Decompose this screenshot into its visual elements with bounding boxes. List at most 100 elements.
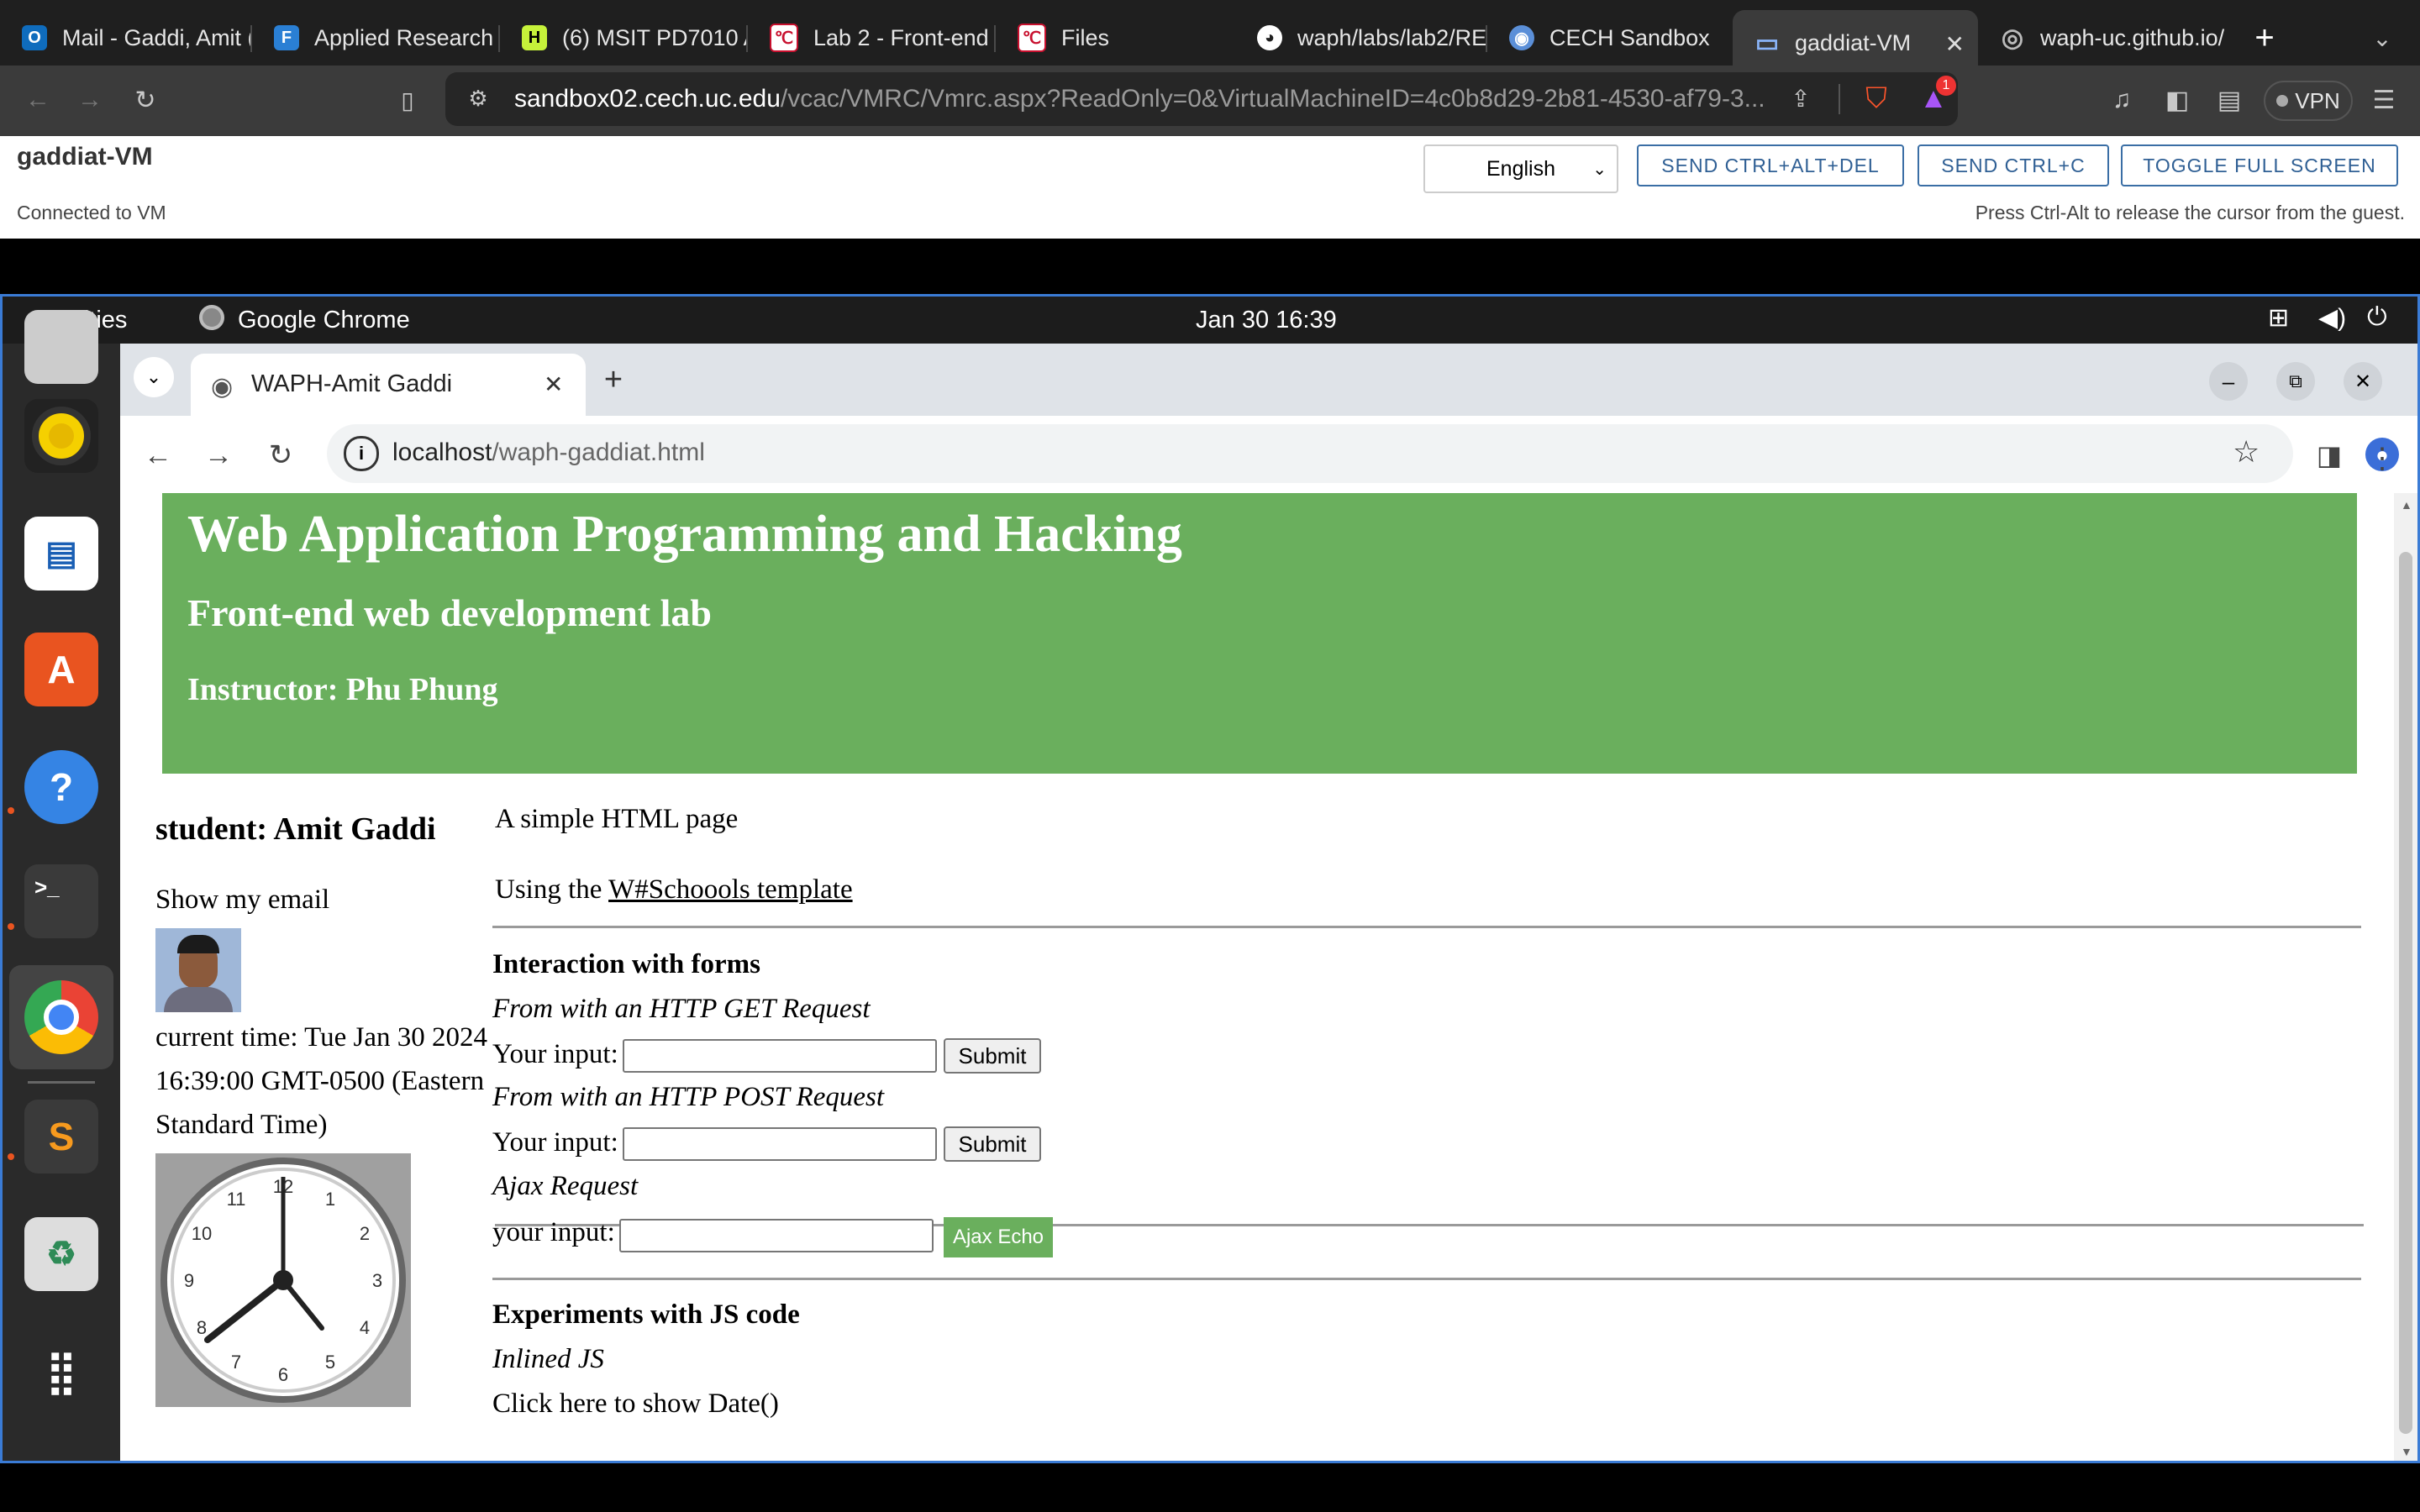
ubuntu-dock: ▤ A ? >_ S ♻ ⣿ [3, 310, 120, 1461]
host-tab-waph-uc[interactable]: ◎ waph-uc.github.io/ [1978, 10, 2230, 66]
side-panel-icon[interactable]: ◨ [2308, 434, 2350, 476]
vpn-button[interactable]: VPN [2264, 81, 2353, 121]
ajax-input-label: your input: [492, 1217, 615, 1247]
post-input-field[interactable] [623, 1127, 937, 1161]
close-icon[interactable]: ✕ [544, 370, 563, 398]
back-icon[interactable]: ← [17, 79, 59, 121]
close-tab-icon[interactable]: ✕ [1945, 30, 1965, 58]
bookmark-icon[interactable]: ▯ [387, 79, 429, 121]
ajax-label: Ajax Request [492, 1171, 639, 1201]
vpn-label: VPN [2295, 87, 2340, 113]
scrollbar-thumb[interactable] [2399, 552, 2412, 1434]
get-input-field[interactable] [623, 1039, 937, 1073]
page-scrollbar[interactable]: ▲ ▼ [2394, 493, 2417, 1461]
post-submit-button[interactable]: Submit [944, 1126, 1041, 1162]
host-tab-github[interactable]: ◕ waph/labs/lab2/REA [1235, 10, 1487, 66]
host-tab-files[interactable]: ℃ Files [996, 10, 1244, 66]
guest-tab-bar: ⌄ ◉ WAPH-Amit Gaddi ✕ + – ⧉ ✕ [120, 344, 2417, 416]
host-tab-lab2[interactable]: ℃ Lab 2 - Front-end V [748, 10, 996, 66]
chrome-icon[interactable] [24, 980, 98, 1054]
guest-tab-title: WAPH-Amit Gaddi [251, 370, 453, 397]
app-menu[interactable]: Google Chrome [238, 307, 410, 334]
new-tab-icon[interactable]: + [594, 360, 633, 399]
help-icon[interactable]: ? [24, 750, 98, 824]
site-settings-icon[interactable]: ⚙ [459, 79, 497, 118]
running-dot [8, 923, 14, 930]
trash-icon[interactable]: ♻ [24, 1217, 98, 1291]
host-url-path: /vcac/VMRC/Vmrc.aspx?ReadOnly=0&VirtualM… [780, 85, 1765, 113]
send-ctrl-c-button[interactable]: SEND CTRL+C [1918, 144, 2109, 186]
globe-icon: ◉ [1509, 25, 1534, 50]
divider-top [492, 926, 2361, 928]
forms-heading: Interaction with forms [492, 949, 760, 979]
media-icon[interactable]: ♫ [2101, 79, 2143, 121]
ajax-echo-button[interactable]: Ajax Echo [944, 1217, 1053, 1257]
clock[interactable]: Jan 30 16:39 [1196, 307, 1337, 334]
network-icon[interactable]: ⊞ [2268, 303, 2289, 333]
monitor-icon: ▭ [1754, 29, 1780, 57]
back-icon[interactable]: ← [137, 434, 179, 476]
page-forms-area: Interaction with forms From with an HTTP… [120, 493, 2391, 1461]
wallet-icon[interactable]: ▤ [2208, 79, 2250, 121]
inlined-js-label: Inlined JS [492, 1344, 604, 1374]
guest-url-box[interactable]: i localhost/waph-gaddiat.html ☆ [327, 424, 2293, 483]
host-tab-mail[interactable]: O Mail - Gaddi, Amit ( [0, 10, 252, 66]
handshake-icon: H [522, 25, 547, 50]
ajax-input-field[interactable] [619, 1219, 934, 1252]
chevron-down-icon: ⌄ [1592, 160, 1607, 179]
host-tab-msit[interactable]: H (6) MSIT PD7010 A [500, 10, 748, 66]
release-hint: Press Ctrl-Alt to release the cursor fro… [1975, 202, 2405, 223]
writer-icon[interactable]: ▤ [24, 517, 98, 591]
restore-icon[interactable]: ⧉ [2276, 362, 2315, 401]
forward-icon[interactable]: → [197, 434, 239, 476]
tab-search-icon[interactable]: ⌄ [134, 357, 174, 397]
language-select[interactable]: English ⌄ [1423, 144, 1618, 193]
divider-bottom [492, 1278, 2361, 1280]
show-date-link[interactable]: Click here to show Date() [492, 1389, 779, 1420]
star-icon[interactable]: ☆ [2233, 434, 2260, 470]
vm-name: gaddiat-VM [17, 143, 153, 171]
get-input-label: Your input: [492, 1039, 618, 1069]
guest-url-path: /waph-gaddiat.html [492, 438, 705, 466]
outlook-icon: O [22, 25, 47, 50]
host-address-bar: ← → ↻ ▯ ⚙ sandbox02.cech.uc.edu/vcac/VMR… [0, 66, 2420, 136]
volume-icon[interactable]: ◀) [2318, 303, 2346, 333]
host-tab-applied-research[interactable]: F Applied Research C [252, 10, 500, 66]
reload-icon[interactable]: ↻ [260, 434, 302, 476]
toggle-fullscreen-button[interactable]: TOGGLE FULL SCREEN [2121, 144, 2398, 186]
running-dot [8, 807, 14, 814]
post-form-label: From with an HTTP POST Request [492, 1082, 885, 1112]
brave-shield-icon[interactable]: ⛉ [1857, 79, 1896, 118]
host-url-box[interactable]: ⚙ sandbox02.cech.uc.edu/vcac/VMRC/Vmrc.a… [445, 72, 1958, 126]
forward-icon[interactable]: → [69, 79, 111, 121]
connection-status: Connected to VM [17, 202, 166, 223]
forms-icon: F [274, 25, 299, 50]
reload-icon[interactable]: ↻ [124, 79, 166, 121]
chevron-down-icon[interactable]: ⌄ [2361, 17, 2403, 59]
dock-app-partial[interactable] [24, 310, 98, 384]
js-heading: Experiments with JS code [492, 1299, 800, 1330]
minimize-icon[interactable]: – [2209, 362, 2248, 401]
canvas-icon: ℃ [1018, 24, 1046, 52]
share-icon[interactable]: ⇪ [1781, 79, 1820, 118]
globe-icon: ◎ [2001, 24, 2024, 52]
terminal-icon[interactable]: >_ [24, 864, 98, 938]
show-apps-icon[interactable]: ⣿ [24, 1335, 98, 1409]
power-icon[interactable]: ⏻ [2367, 303, 2387, 332]
host-tab-cech-sandbox[interactable]: ◉ CECH Sandbox [1487, 10, 1731, 66]
software-icon[interactable]: A [24, 633, 98, 706]
guest-tab-active[interactable]: ◉ WAPH-Amit Gaddi ✕ [191, 354, 586, 416]
sublime-icon[interactable]: S [24, 1100, 98, 1173]
language-value: English [1486, 156, 1555, 181]
running-dot [8, 1153, 14, 1160]
get-submit-button[interactable]: Submit [944, 1038, 1041, 1074]
new-tab-icon[interactable]: + [2244, 17, 2286, 59]
info-icon[interactable]: i [344, 436, 379, 471]
sidebar-icon[interactable]: ◧ [2156, 79, 2198, 121]
window-close-icon[interactable]: ✕ [2344, 362, 2382, 401]
rhythmbox-icon[interactable] [24, 399, 98, 473]
host-url-host: sandbox02.cech.uc.edu [514, 85, 781, 113]
menu-icon[interactable]: ☰ [2363, 79, 2405, 121]
chrome-menu-icon[interactable]: ⋮ [2365, 438, 2399, 480]
send-ctrl-alt-del-button[interactable]: SEND CTRL+ALT+DEL [1637, 144, 1904, 186]
